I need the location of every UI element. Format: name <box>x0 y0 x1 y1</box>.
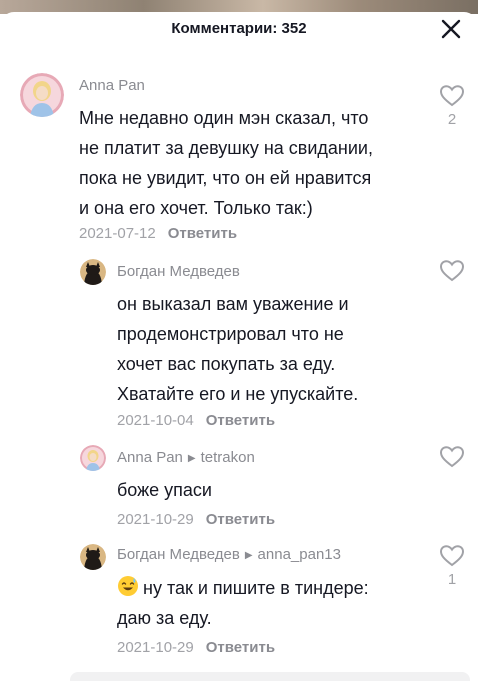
reply-text: ну так и пишите в тиндере: даю за еду. <box>117 573 417 633</box>
heart-icon[interactable] <box>439 84 465 108</box>
reply-text-line: Хватайте его и не упускайте. <box>117 384 359 404</box>
heart-icon[interactable] <box>439 544 465 568</box>
reply-to-username[interactable]: anna_pan13 <box>258 546 341 563</box>
reply-date: 2021-10-29 <box>117 639 194 656</box>
comment-input-bar[interactable] <box>70 672 470 681</box>
reply-text: боже упаси <box>117 475 417 505</box>
like-count: 2 <box>447 111 457 128</box>
comment-text-line: пока не увидит, что он ей нравится <box>79 168 372 188</box>
avatar[interactable] <box>80 544 106 570</box>
reply-to-username[interactable]: tetrakon <box>201 449 255 466</box>
reply-meta: 2021-10-04 Ответить <box>117 411 275 431</box>
reply-text-line: хочет вас покупать за еду. <box>117 354 336 374</box>
comment-text-line: не платит за девушку на свидании, <box>79 138 373 158</box>
sweat-smile-emoji-icon <box>117 575 139 597</box>
heart-icon[interactable] <box>439 259 465 283</box>
reply-meta: 2021-10-29 Ответить <box>117 510 275 530</box>
comment-meta: 2021-07-12 Ответить <box>79 224 237 244</box>
reply-button[interactable]: Ответить <box>206 639 275 656</box>
comments-header: Комментарии: 352 <box>0 14 478 44</box>
reply-text-line: ну так и пишите в тиндере: <box>117 573 417 603</box>
reply-arrow-icon: ▶ <box>244 550 253 561</box>
reply-username[interactable]: Богдан Медведев ▶ anna_pan13 <box>117 545 341 567</box>
reply-username[interactable]: Anna Pan ▶ tetrakon <box>117 448 255 470</box>
avatar[interactable] <box>80 445 106 471</box>
avatar[interactable] <box>20 73 64 117</box>
reply-button[interactable]: Ответить <box>206 511 275 528</box>
reply-text-line: продемонстрировал что не <box>117 324 344 344</box>
reply-date: 2021-10-04 <box>117 412 194 429</box>
reply-username[interactable]: Богдан Медведев <box>117 262 240 282</box>
comment-text-line: и она его хочет. Только так:) <box>79 198 313 218</box>
heart-icon[interactable] <box>439 445 465 469</box>
close-icon[interactable] <box>440 18 462 40</box>
comments-count-title: Комментарии: 352 <box>171 20 307 37</box>
reply-text-line: боже упаси <box>117 480 212 500</box>
like-count: 1 <box>447 571 457 588</box>
reply-text-line: он выказал вам уважение и <box>117 294 349 314</box>
reply-button[interactable]: Ответить <box>206 412 275 429</box>
comment-date: 2021-07-12 <box>79 225 156 242</box>
comment-text-line: Мне недавно один мэн сказал, что <box>79 108 369 128</box>
comment-text: Мне недавно один мэн сказал, что не плат… <box>79 103 419 223</box>
reply-button[interactable]: Ответить <box>168 225 237 242</box>
avatar[interactable] <box>80 259 106 285</box>
reply-text-line: даю за еду. <box>117 608 212 628</box>
reply-date: 2021-10-29 <box>117 511 194 528</box>
reply-arrow-icon: ▶ <box>187 453 196 464</box>
reply-meta: 2021-10-29 Ответить <box>117 638 275 658</box>
reply-text: он выказал вам уважение и продемонстриро… <box>117 289 417 409</box>
comment-username[interactable]: Anna Pan <box>79 76 145 96</box>
